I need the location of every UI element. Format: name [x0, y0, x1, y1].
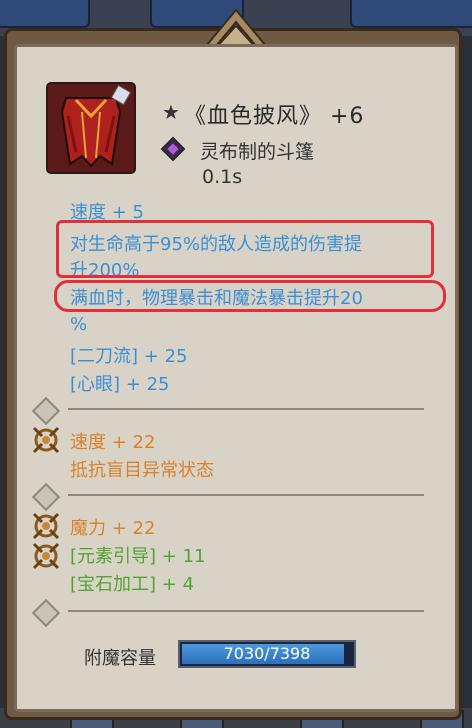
- item-material: 灵布制的斗篷: [200, 141, 315, 163]
- enchant-magic: 魔力 + 22: [70, 518, 156, 539]
- enchant-capacity-label: 附魔容量: [84, 648, 156, 669]
- enchant-capacity-value: 7030/7398: [223, 644, 311, 663]
- enchant-element-guide: [元素引导] + 11: [70, 546, 206, 567]
- cloak-item-icon: [46, 82, 136, 174]
- enchant-rune-icon: [32, 426, 60, 454]
- enchant-speed: 速度 + 22: [70, 432, 156, 453]
- enchant-gem-crafting: [宝石加工] + 4: [70, 574, 195, 595]
- section-divider: [68, 494, 424, 496]
- stat-dual-wield: [二刀流] + 25: [70, 346, 188, 367]
- top-tab-1[interactable]: [0, 0, 90, 28]
- item-name: 《血色披风》 +6: [184, 104, 365, 129]
- enchant-rune-icon: [32, 512, 60, 540]
- stat-mind-eye: [心眼] + 25: [70, 374, 170, 395]
- enchant-capacity-bar: 7030/7398: [178, 640, 356, 668]
- section-divider: [68, 610, 424, 612]
- enchant-rune-icon: [32, 542, 60, 570]
- enchant-blind-resist: 抵抗盲目异常状态: [70, 460, 214, 481]
- item-attack-speed: 0.1s: [202, 166, 243, 188]
- highlight-box-damage: [56, 220, 434, 278]
- item-star: ★: [162, 100, 180, 124]
- highlight-box-crit: [54, 280, 446, 312]
- purple-gem-icon: [160, 136, 186, 162]
- stat-crit-bonus-line2: %: [70, 314, 88, 335]
- section-divider: [68, 408, 424, 410]
- frame-crest-icon: [206, 8, 266, 46]
- top-tab-3[interactable]: [350, 0, 472, 28]
